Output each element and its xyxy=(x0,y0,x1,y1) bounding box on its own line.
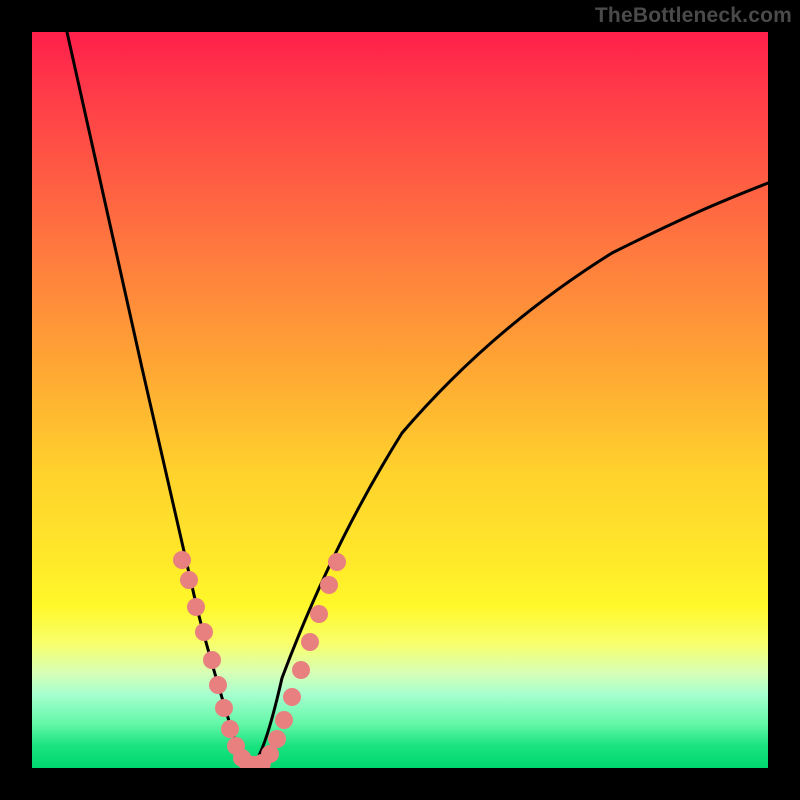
dot xyxy=(283,688,301,706)
dot xyxy=(221,720,239,738)
dot xyxy=(320,576,338,594)
dot xyxy=(310,605,328,623)
dot xyxy=(292,661,310,679)
curve-right-branch xyxy=(250,183,768,766)
dot xyxy=(180,571,198,589)
dot xyxy=(275,711,293,729)
dot xyxy=(301,633,319,651)
dot xyxy=(173,551,191,569)
watermark-text: TheBottleneck.com xyxy=(595,4,792,28)
dot xyxy=(215,699,233,717)
dot xyxy=(328,553,346,571)
dot xyxy=(268,730,286,748)
dot xyxy=(209,676,227,694)
curve-left-branch xyxy=(67,32,250,766)
dot xyxy=(203,651,221,669)
chart-frame: TheBottleneck.com xyxy=(0,0,800,800)
dot xyxy=(195,623,213,641)
dot xyxy=(187,598,205,616)
curve-layer xyxy=(32,32,768,768)
plot-area xyxy=(32,32,768,768)
